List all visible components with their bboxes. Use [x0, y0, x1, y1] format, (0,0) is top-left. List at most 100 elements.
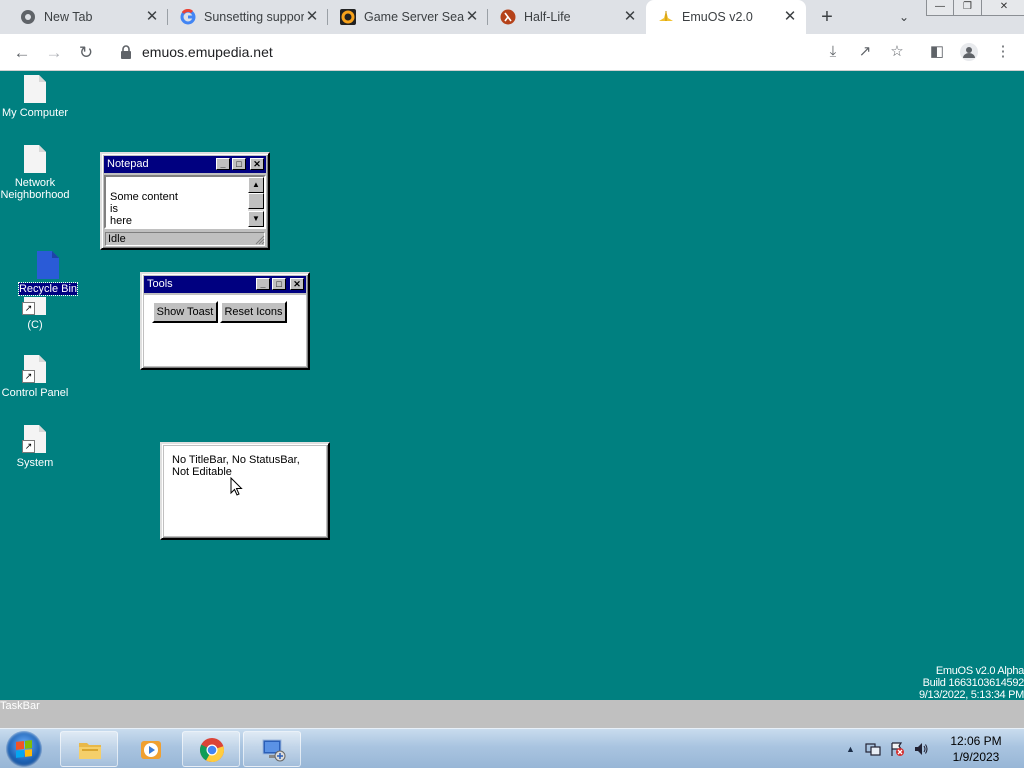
taskbar-clock[interactable]: 12:06 PM 1/9/2023: [936, 733, 1016, 765]
browser-tab[interactable]: Half-Life ✕: [488, 0, 646, 34]
shortcut-arrow-icon: ↗: [22, 440, 35, 453]
show-hidden-icons-icon[interactable]: ▲: [846, 744, 855, 754]
plain-window[interactable]: No TitleBar, No StatusBar, Not Editable: [160, 442, 330, 540]
maximize-icon[interactable]: □: [232, 158, 246, 170]
restore-window-button[interactable]: ❐: [954, 0, 982, 16]
document-icon: [24, 145, 46, 173]
address-bar[interactable]: emuos.emupedia.net: [108, 38, 808, 66]
close-tab-icon[interactable]: ✕: [304, 9, 320, 25]
notepad-window[interactable]: Notepad _ □ ✕ Some content is here ▲ ▼ I…: [100, 152, 270, 250]
clock-date: 1/9/2023: [952, 750, 1000, 764]
maximize-icon[interactable]: □: [272, 278, 286, 290]
browser-tab-active[interactable]: EmuOS v2.0 ✕: [646, 0, 806, 34]
side-panel-icon[interactable]: ◧: [926, 41, 948, 63]
tools-content: Show Toast Reset Icons: [144, 295, 306, 366]
shortcut-arrow-icon: ↗: [22, 370, 35, 383]
tab-title: Half-Life: [524, 10, 571, 24]
taskbar-app-remote-desktop[interactable]: [243, 731, 301, 767]
action-center-icon[interactable]: [889, 741, 905, 757]
network-icon[interactable]: [865, 741, 881, 757]
close-window-button[interactable]: ✕: [982, 0, 1024, 16]
windows-taskbar: ▲ 12:06 PM 1/9/2023: [0, 728, 1024, 768]
close-tab-icon[interactable]: ✕: [464, 9, 480, 25]
tab-title: EmuOS v2.0: [682, 10, 753, 24]
close-tab-icon[interactable]: ✕: [144, 9, 160, 25]
volume-icon[interactable]: [913, 741, 929, 757]
close-tab-icon[interactable]: ✕: [782, 9, 798, 25]
desktop-icon-recycle-bin[interactable]: Recycle Bin: [12, 251, 84, 296]
desktop-icon-control-panel[interactable]: ↗ Control Panel: [0, 355, 71, 399]
browser-tab[interactable]: New Tab ✕: [8, 0, 168, 34]
clock-time: 12:06 PM: [950, 734, 1002, 748]
notepad-titlebar[interactable]: Notepad _ □ ✕: [104, 156, 266, 173]
install-app-icon[interactable]: ⤓: [822, 41, 844, 63]
reload-icon[interactable]: ↻: [73, 40, 99, 66]
tab-title: New Tab: [44, 10, 93, 24]
scroll-down-icon[interactable]: ▼: [248, 211, 264, 227]
shortcut-document-icon: ↗: [22, 297, 46, 315]
chrome-icon: [200, 738, 224, 762]
emuos-desktop[interactable]: My Computer Network Neighborhood Recycle…: [0, 71, 1024, 700]
close-icon[interactable]: ✕: [250, 158, 264, 170]
notepad-text-area[interactable]: Some content is here ▲ ▼: [104, 175, 266, 229]
build-info-line: 9/13/2022, 5:13:34 PM: [918, 689, 1024, 700]
profile-avatar-icon[interactable]: [958, 41, 980, 63]
windows-logo-icon: [16, 740, 32, 758]
start-button[interactable]: [6, 731, 42, 767]
share-icon[interactable]: ↗: [854, 41, 876, 63]
window-title: Notepad: [107, 158, 149, 170]
desktop-icon-system[interactable]: ↗ System: [0, 425, 71, 469]
back-icon[interactable]: ←: [9, 40, 35, 66]
tools-titlebar[interactable]: Tools _ □ ✕: [144, 276, 306, 293]
taskbar-app-chrome[interactable]: [182, 731, 240, 767]
desktop-icon-my-computer[interactable]: My Computer: [0, 75, 71, 119]
shortcut-document-icon: ↗: [22, 425, 46, 453]
tab-title: Sunsetting support: [204, 10, 304, 24]
taskbar-label: TaskBar: [0, 700, 40, 712]
tab-search-icon[interactable]: ⌄: [894, 7, 914, 27]
desktop-icon-network-neighborhood[interactable]: Network Neighborhood: [0, 145, 71, 201]
system-tray: ▲: [846, 729, 929, 769]
plain-window-text: No TitleBar, No StatusBar, Not Editable: [172, 454, 300, 478]
reset-icons-button[interactable]: Reset Icons: [220, 301, 287, 323]
show-toast-button[interactable]: Show Toast: [152, 301, 218, 323]
close-tab-icon[interactable]: ✕: [622, 9, 638, 25]
remote-desktop-icon: [262, 739, 286, 762]
bookmark-star-icon[interactable]: ☆: [886, 41, 908, 63]
emuos-taskbar[interactable]: TaskBar: [0, 700, 1024, 728]
tools-window[interactable]: Tools _ □ ✕ Show Toast Reset Icons: [140, 272, 310, 370]
forward-icon[interactable]: →: [41, 40, 67, 66]
scroll-thumb[interactable]: [248, 193, 264, 209]
build-info-line: EmuOS v2.0 Alpha: [935, 665, 1024, 677]
browser-menu-icon[interactable]: ⋮: [992, 41, 1014, 63]
shortcut-document-icon: ↗: [22, 355, 46, 383]
media-player-icon: [141, 741, 161, 759]
gametracker-icon: [340, 9, 356, 25]
browser-tab[interactable]: Sunsetting support ✕: [168, 0, 328, 34]
url-text: emuos.emupedia.net: [142, 44, 273, 60]
close-icon[interactable]: ✕: [290, 278, 304, 290]
emuos-icon: [658, 9, 674, 25]
desktop-icon-c-drive[interactable]: ↗ (C): [0, 297, 71, 331]
taskbar-app-media-player[interactable]: [121, 731, 179, 767]
browser-tab[interactable]: Game Server Sear ✕: [328, 0, 488, 34]
new-tab-button[interactable]: +: [815, 5, 839, 29]
build-info: EmuOS v2.0 Alpha Build 1663103614592 9/1…: [919, 665, 1024, 700]
vertical-scrollbar[interactable]: ▲ ▼: [248, 177, 264, 227]
chrome-icon: [20, 9, 36, 25]
minimize-icon[interactable]: _: [256, 278, 270, 290]
notepad-content: Some content is here: [110, 191, 178, 227]
tab-title: Game Server Sear: [364, 10, 464, 24]
shortcut-arrow-icon: ↗: [22, 302, 35, 315]
google-icon: [180, 9, 196, 25]
minimize-icon[interactable]: _: [216, 158, 230, 170]
taskbar-app-file-explorer[interactable]: [60, 731, 118, 767]
document-icon: [24, 75, 46, 103]
browser-toolbar: ← → ↻ emuos.emupedia.net ⤓ ↗ ☆ ◧ ⋮: [0, 34, 1024, 71]
scroll-up-icon[interactable]: ▲: [248, 177, 264, 193]
resize-grip-icon[interactable]: [255, 235, 265, 245]
document-icon-selected: [37, 251, 59, 279]
minimize-window-button[interactable]: —: [926, 0, 954, 16]
notepad-statusbar: Idle: [105, 232, 265, 246]
lock-icon[interactable]: [120, 45, 134, 59]
